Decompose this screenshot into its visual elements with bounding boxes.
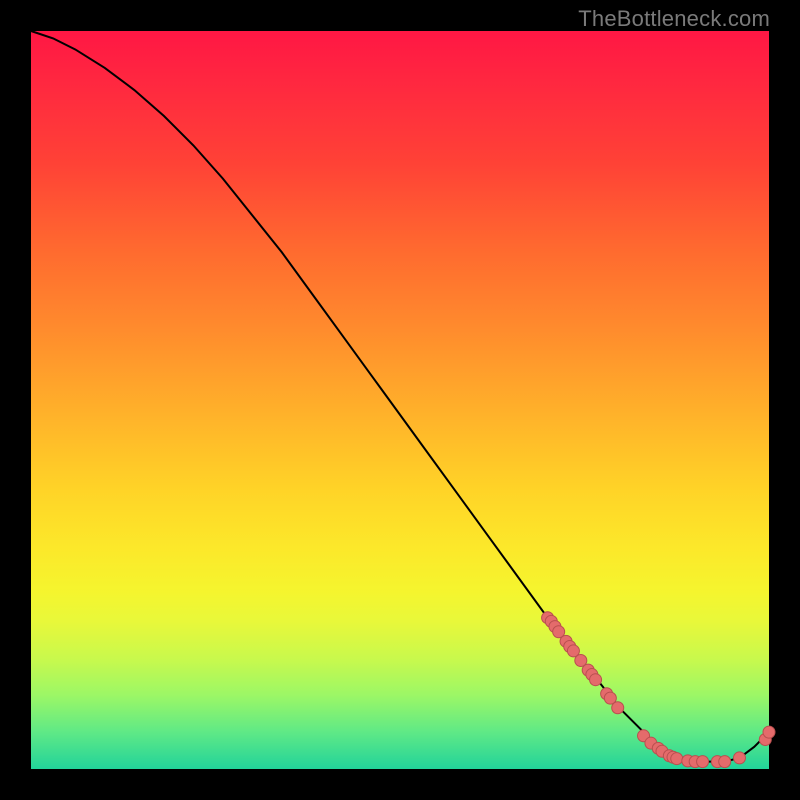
data-marker <box>590 674 602 686</box>
watermark-text: TheBottleneck.com <box>578 6 770 32</box>
data-marker <box>697 756 709 768</box>
chart-overlay <box>31 31 769 769</box>
data-markers <box>542 612 775 768</box>
data-marker <box>719 756 731 768</box>
bottleneck-curve <box>31 31 769 762</box>
data-marker <box>733 752 745 764</box>
chart-frame: TheBottleneck.com <box>0 0 800 800</box>
data-marker <box>671 753 683 765</box>
data-marker <box>763 726 775 738</box>
data-marker <box>612 702 624 714</box>
